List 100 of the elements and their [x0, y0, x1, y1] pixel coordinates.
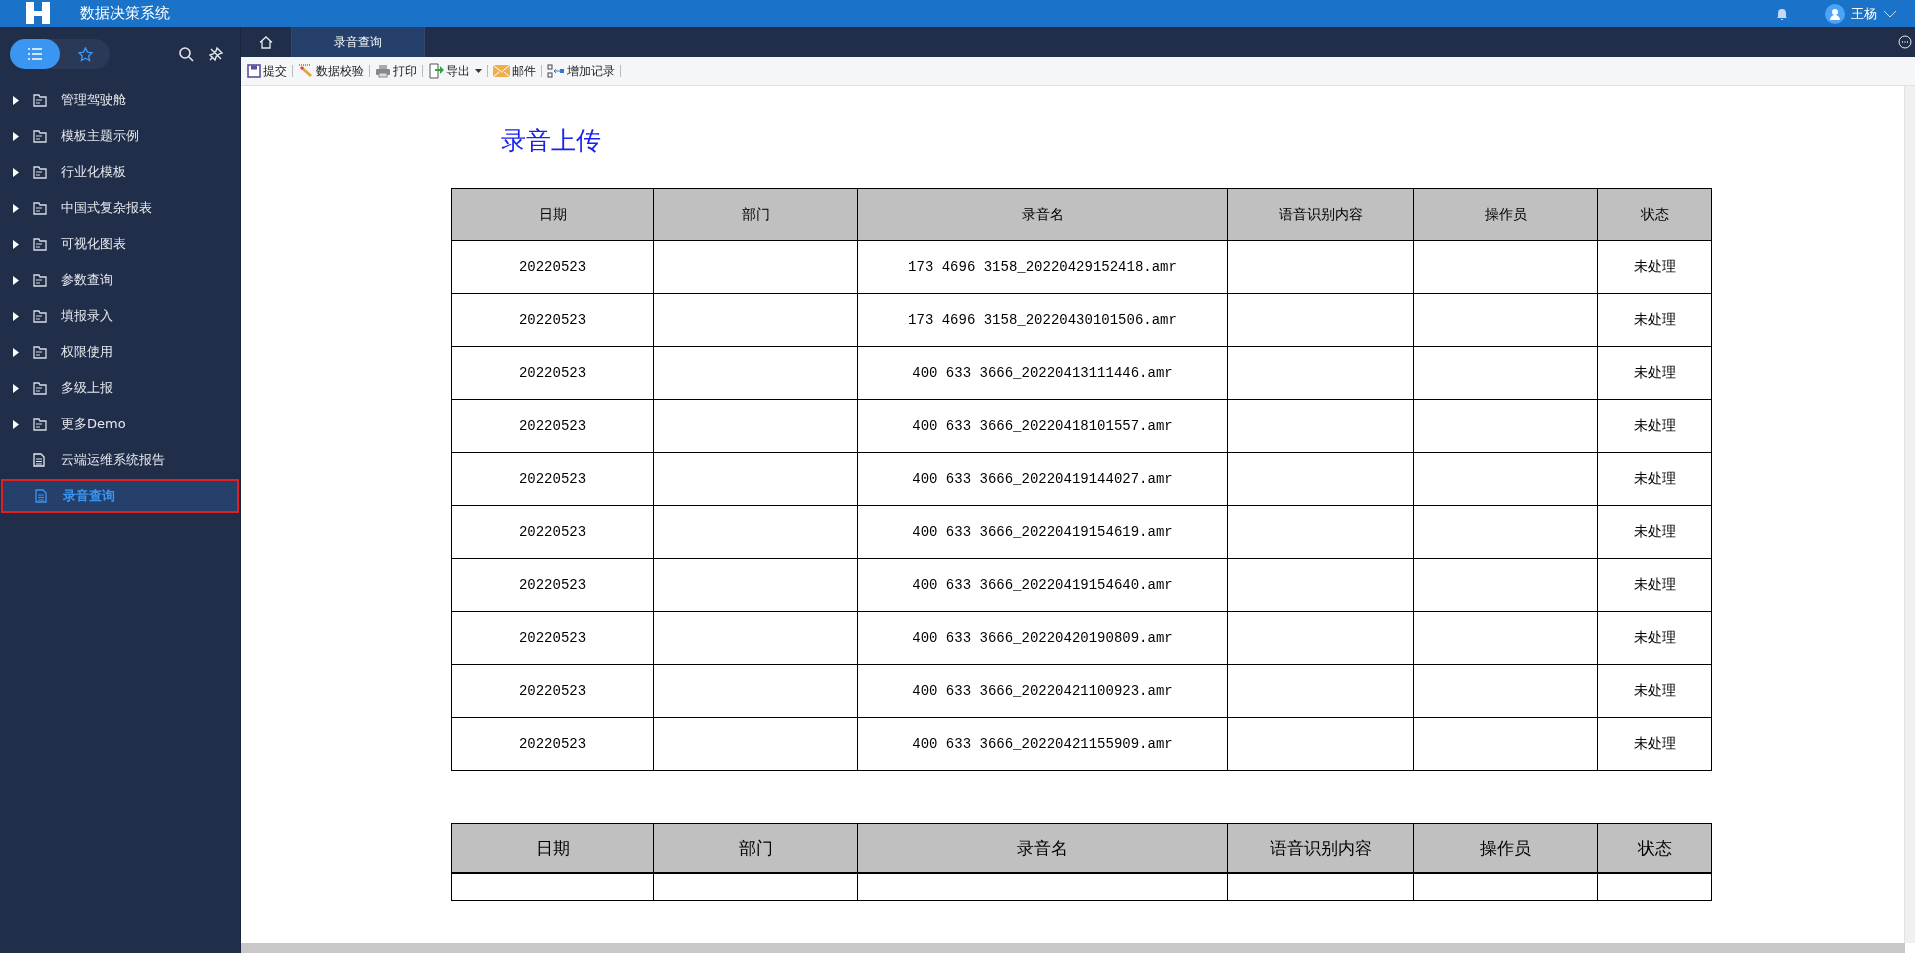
save-icon: [247, 64, 261, 78]
toolbar-button[interactable]: 邮件: [489, 60, 540, 82]
table-cell: 未处理: [1597, 399, 1712, 453]
table-cell: 未处理: [1597, 558, 1712, 612]
expand-arrow-icon[interactable]: [13, 95, 19, 105]
avatar-icon[interactable]: [1825, 3, 1845, 24]
sidebar-item[interactable]: 参数查询: [1, 263, 239, 297]
expand-arrow-icon[interactable]: [13, 131, 19, 141]
table-cell: 20220523: [451, 505, 654, 559]
expand-arrow-icon[interactable]: [13, 239, 19, 249]
export-icon: [428, 63, 444, 79]
report-title: 录音上传: [501, 125, 602, 157]
table-cell: 400 633 3666_20220419154619.amr: [857, 505, 1228, 559]
sidebar-item[interactable]: 模板主题示例: [1, 119, 239, 153]
column-header: 语音识别内容: [1227, 188, 1414, 241]
folder-icon: [33, 129, 47, 143]
sidebar-item[interactable]: 行业化模板: [1, 155, 239, 189]
table-cell: 173 4696 3158_20220429152418.amr: [857, 240, 1228, 294]
document-icon: [35, 489, 47, 503]
folder-icon: [33, 417, 47, 431]
column-header: 日期: [451, 823, 654, 873]
sidebar-item[interactable]: 云端运维系统报告: [1, 443, 239, 477]
table-cell: 未处理: [1597, 346, 1712, 400]
sidebar-item[interactable]: 多级上报: [1, 371, 239, 405]
table-cell: 20220523: [451, 611, 654, 665]
column-header: 录音名: [857, 188, 1228, 241]
sidebar-item[interactable]: 可视化图表: [1, 227, 239, 261]
table-cell: 未处理: [1597, 505, 1712, 559]
column-header: 状态: [1597, 188, 1712, 241]
expand-arrow-icon[interactable]: [13, 347, 19, 357]
column-header: 部门: [653, 188, 858, 241]
table-cell: 未处理: [1597, 240, 1712, 294]
table-cell: 未处理: [1597, 452, 1712, 506]
printer-icon: [375, 64, 391, 78]
envelope-icon: [493, 65, 510, 77]
logo-icon: [24, 1, 52, 26]
folder-icon: [33, 345, 47, 359]
app-title: 数据决策系统: [80, 4, 171, 23]
toolbar-button[interactable]: 导出: [424, 60, 486, 82]
more-icon[interactable]: [1898, 35, 1912, 49]
toolbar-button[interactable]: 增加记录: [543, 60, 619, 82]
table-cell: 未处理: [1597, 611, 1712, 665]
toolbar-button[interactable]: 提交: [243, 60, 291, 82]
sidebar-item[interactable]: 权限使用: [1, 335, 239, 369]
table-cell: 未处理: [1597, 717, 1712, 771]
column-header: 录音名: [857, 823, 1228, 873]
table-cell: 20220523: [451, 240, 654, 294]
expand-arrow-icon[interactable]: [13, 167, 19, 177]
table-cell: 173 4696 3158_20220430101506.amr: [857, 293, 1228, 347]
expand-arrow-icon[interactable]: [13, 203, 19, 213]
expand-arrow-icon[interactable]: [13, 419, 19, 429]
unpin-icon[interactable]: [208, 46, 224, 62]
table-cell: 20220523: [451, 558, 654, 612]
column-header: 部门: [653, 823, 858, 873]
home-icon: [259, 35, 273, 49]
table-cell: 20220523: [451, 293, 654, 347]
table-cell: 20220523: [451, 399, 654, 453]
add-record-icon: [547, 64, 565, 78]
star-icon: [77, 46, 93, 62]
expand-arrow-icon[interactable]: [13, 275, 19, 285]
folder-icon: [33, 309, 47, 323]
sidebar-item[interactable]: 更多Demo: [1, 407, 239, 441]
table-cell: 400 633 3666_20220418101557.amr: [857, 399, 1228, 453]
sidebar-item[interactable]: 中国式复杂报表: [1, 191, 239, 225]
folder-icon: [33, 273, 47, 287]
folder-icon: [33, 381, 47, 395]
column-header: 操作员: [1413, 823, 1598, 873]
table-cell: 未处理: [1597, 293, 1712, 347]
pencil-icon: [298, 64, 314, 78]
user-name[interactable]: 王杨: [1851, 4, 1877, 23]
sidebar-item[interactable]: 填报录入: [1, 299, 239, 333]
horizontal-scrollbar[interactable]: [241, 943, 1905, 953]
column-header: 状态: [1597, 823, 1712, 873]
table-cell: 400 633 3666_20220420190809.amr: [857, 611, 1228, 665]
chevron-down-icon[interactable]: [1883, 9, 1897, 18]
table-cell: 20220523: [451, 452, 654, 506]
table-cell: 20220523: [451, 717, 654, 771]
table-cell: 400 633 3666_20220419154640.amr: [857, 558, 1228, 612]
column-header: 操作员: [1413, 188, 1598, 241]
vertical-scrollbar[interactable]: [1904, 86, 1915, 943]
folder-icon: [33, 201, 47, 215]
table-cell: 400 633 3666_20220419144027.amr: [857, 452, 1228, 506]
column-header: 语音识别内容: [1227, 823, 1414, 873]
table-cell: 20220523: [451, 346, 654, 400]
table-cell: 20220523: [451, 664, 654, 718]
report-tab[interactable]: 录音查询: [292, 27, 425, 57]
document-icon: [33, 453, 45, 467]
list-icon: [28, 48, 42, 60]
expand-arrow-icon[interactable]: [13, 383, 19, 393]
table-cell: 400 633 3666_20220421100923.amr: [857, 664, 1228, 718]
list-view-tab[interactable]: [10, 39, 60, 69]
table-cell: 未处理: [1597, 664, 1712, 718]
toolbar-button[interactable]: 数据校验: [294, 60, 368, 82]
sidebar-item[interactable]: 管理驾驶舱: [1, 83, 239, 117]
table-cell: 400 633 3666_20220421155909.amr: [857, 717, 1228, 771]
folder-icon: [33, 93, 47, 107]
bell-icon[interactable]: [1775, 6, 1789, 21]
search-icon[interactable]: [178, 46, 194, 62]
toolbar-button[interactable]: 打印: [371, 60, 421, 82]
expand-arrow-icon[interactable]: [13, 311, 19, 321]
